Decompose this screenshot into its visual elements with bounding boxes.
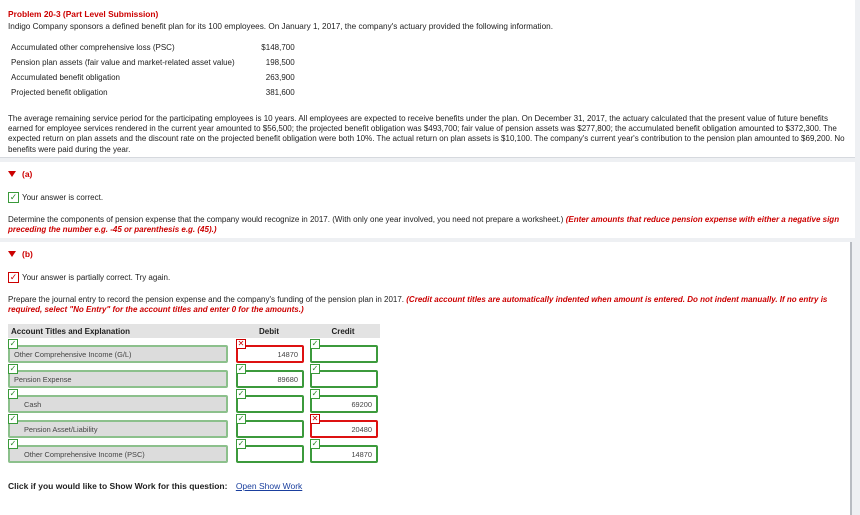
check-icon: ✓ [236, 364, 246, 374]
header-account: Account Titles and Explanation [8, 324, 232, 338]
check-icon: ✓ [310, 389, 320, 399]
credit-input[interactable] [310, 345, 378, 363]
check-icon: ✓ [310, 439, 320, 449]
part-b-instruction: Prepare the journal entry to record the … [8, 295, 842, 315]
journal-row: ✓ Pension Asset/Liability ✓ ✕ 20480 [8, 413, 380, 438]
check-icon: ✓ [8, 339, 18, 349]
part-b-instruction-text: Prepare the journal entry to record the … [8, 295, 405, 304]
x-mark-icon: ✕ [236, 339, 246, 349]
account-title-select[interactable]: Cash [8, 395, 228, 413]
check-icon: ✓ [310, 339, 320, 349]
part-a-status-text: Your answer is correct. [22, 193, 104, 202]
check-icon: ✓ [310, 364, 320, 374]
header-debit: Debit [232, 324, 306, 338]
journal-row: ✓ Other Comprehensive Income (G/L) ✕ 14870 ✓ [8, 338, 380, 363]
credit-input[interactable] [310, 370, 378, 388]
debit-input[interactable] [236, 420, 304, 438]
debit-input[interactable] [236, 395, 304, 413]
info-row: Projected benefit obligation 381,600 [8, 85, 298, 100]
account-title-select[interactable]: Pension Expense [8, 370, 228, 388]
debit-input[interactable] [236, 445, 304, 463]
check-icon: ✓ [236, 414, 246, 424]
journal-row: ✓ Pension Expense ✓ 89680 ✓ [8, 363, 380, 388]
credit-input[interactable]: 20480 [310, 420, 378, 438]
part-a-header[interactable]: (a) [8, 169, 847, 179]
part-b-status: ✓ Your answer is partially correct. Try … [8, 272, 842, 283]
check-icon: ✓ [236, 439, 246, 449]
open-show-work-link[interactable]: Open Show Work [236, 481, 302, 491]
show-work-text: Click if you would like to Show Work for… [8, 481, 228, 491]
info-row: Accumulated other comprehensive loss (PS… [8, 40, 298, 55]
show-work-row: Click if you would like to Show Work for… [8, 481, 302, 491]
x-mark-icon: ✕ [310, 414, 320, 424]
collapse-triangle-icon[interactable] [8, 171, 16, 177]
part-a-instruction: Determine the components of pension expe… [8, 215, 847, 235]
problem-intro: Indigo Company sponsors a defined benefi… [8, 22, 553, 31]
part-b-label: (b) [22, 249, 33, 259]
account-title-select[interactable]: Other Comprehensive Income (G/L) [8, 345, 228, 363]
part-a-label: (a) [22, 169, 33, 179]
part-b-header[interactable]: (b) [8, 249, 842, 259]
part-b-panel: (b) ✓ Your answer is partially correct. … [0, 242, 852, 515]
info-label: Projected benefit obligation [11, 88, 108, 97]
check-icon: ✓ [8, 192, 19, 203]
partial-check-icon: ✓ [8, 272, 19, 283]
part-a-status: ✓ Your answer is correct. [8, 192, 847, 203]
debit-input[interactable]: 14870 [236, 345, 304, 363]
info-label: Accumulated benefit obligation [11, 73, 120, 82]
info-label: Accumulated other comprehensive loss (PS… [11, 43, 175, 52]
info-row: Pension plan assets (fair value and mark… [8, 55, 298, 70]
check-icon: ✓ [236, 389, 246, 399]
actuary-info-table: Accumulated other comprehensive loss (PS… [8, 40, 298, 100]
part-a-instruction-text: Determine the components of pension expe… [8, 215, 564, 224]
journal-row: ✓ Cash ✓ ✓ 69200 [8, 388, 380, 413]
part-b-status-text: Your answer is partially correct. Try ag… [22, 273, 171, 282]
check-icon: ✓ [8, 389, 18, 399]
problem-paragraph: The average remaining service period for… [8, 114, 845, 154]
account-title-select[interactable]: Other Comprehensive Income (PSC) [8, 445, 228, 463]
debit-input[interactable]: 89680 [236, 370, 304, 388]
problem-title: Problem 20-3 (Part Level Submission) [8, 9, 159, 19]
credit-input[interactable]: 69200 [310, 395, 378, 413]
account-title-select[interactable]: Pension Asset/Liability [8, 420, 228, 438]
info-label: Pension plan assets (fair value and mark… [11, 58, 235, 67]
check-icon: ✓ [8, 364, 18, 374]
check-icon: ✓ [8, 439, 18, 449]
problem-panel: Problem 20-3 (Part Level Submission) Ind… [0, 0, 855, 158]
journal-row: ✓ Other Comprehensive Income (PSC) ✓ ✓ 14870 [8, 438, 380, 463]
header-credit: Credit [306, 324, 380, 338]
info-amount: 263,900 [265, 73, 295, 82]
part-a-panel: (a) ✓ Your answer is correct. Determine … [0, 162, 855, 238]
info-amount: 198,500 [265, 58, 295, 67]
journal-entry-table: Account Titles and Explanation Debit Cre… [8, 324, 380, 463]
collapse-triangle-icon[interactable] [8, 251, 16, 257]
info-amount: $148,700 [261, 43, 295, 52]
info-amount: 381,600 [265, 88, 295, 97]
credit-input[interactable]: 14870 [310, 445, 378, 463]
info-row: Accumulated benefit obligation 263,900 [8, 70, 298, 85]
check-icon: ✓ [8, 414, 18, 424]
